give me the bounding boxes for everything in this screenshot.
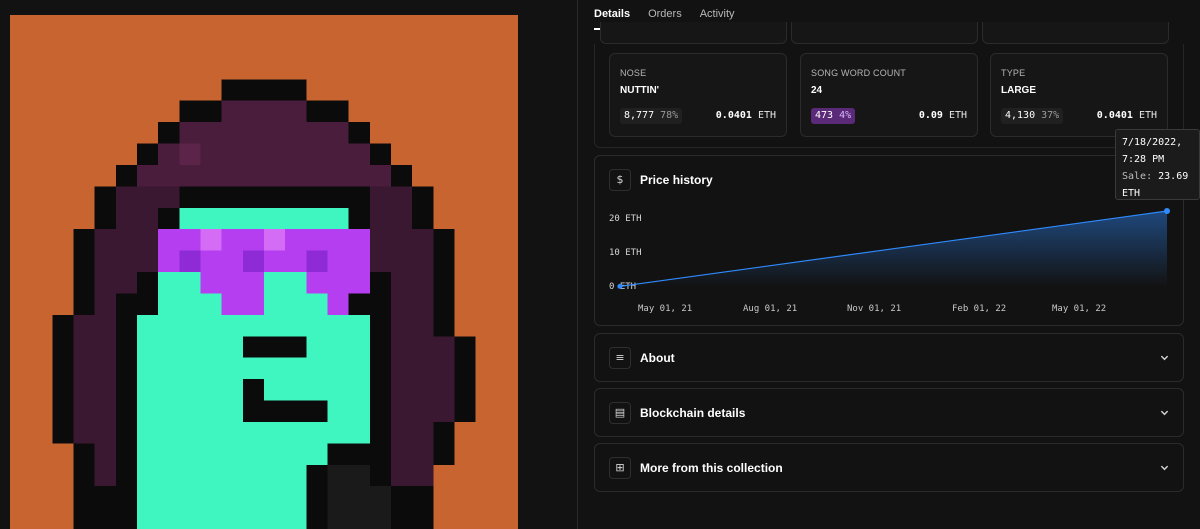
tooltip-sale: Sale: 23.69 — [1122, 171, 1189, 182]
media-panel — [0, 0, 530, 529]
trait-count-badge: 473 4% — [811, 108, 856, 124]
trait-card-clipped — [791, 22, 978, 44]
blockchain-details-section[interactable]: ▤ Blockchain details — [594, 388, 1184, 437]
price-history-chart[interactable] — [595, 156, 1185, 327]
price-point[interactable] — [617, 283, 623, 289]
grid-icon: ⊞ — [609, 457, 631, 479]
pixel-art-character — [10, 15, 518, 529]
section-title: More from this collection — [640, 461, 783, 475]
about-section[interactable]: ≡ About — [594, 333, 1184, 382]
trait-floor-price: 0.0401 ETH — [1096, 110, 1157, 121]
details-panel: Details Orders Activity NOSE NUTTIN' 8,7… — [578, 0, 1200, 529]
price-point[interactable] — [1164, 208, 1170, 214]
trait-value: NUTTIN' — [620, 85, 660, 96]
trait-card-type[interactable]: TYPE LARGE 4,130 37% 0.0401 ETH — [990, 53, 1168, 137]
more-from-collection-section[interactable]: ⊞ More from this collection — [594, 443, 1184, 492]
x-tick-label: Aug 01, 21 — [743, 304, 798, 314]
document-lines-icon: ≡ — [609, 347, 631, 369]
blockchain-card-icon: ▤ — [609, 402, 631, 424]
trait-label: NOSE — [620, 68, 647, 78]
trait-count-badge: 8,777 78% — [620, 108, 683, 124]
trait-value: 24 — [811, 85, 823, 96]
x-tick-label: Nov 01, 21 — [847, 304, 902, 314]
x-tick-label: May 01, 22 — [1052, 304, 1107, 314]
trait-floor-price: 0.09 ETH — [918, 110, 967, 121]
tooltip-date: 7/18/2022, — [1122, 137, 1183, 148]
section-title: About — [640, 351, 675, 365]
chevron-down-icon[interactable] — [1160, 353, 1169, 362]
trait-card-nose[interactable]: NOSE NUTTIN' 8,777 78% 0.0401 ETH — [609, 53, 787, 137]
trait-label: SONG WORD COUNT — [811, 68, 906, 78]
price-history-section: $ Price history 20 ETH 10 ETH 0 ETH May … — [594, 155, 1184, 326]
price-tooltip: 7/18/2022, 7:28 PM Sale: 23.69 ETH — [1115, 129, 1200, 200]
tooltip-unit: ETH — [1122, 188, 1141, 199]
tooltip-time: 7:28 PM — [1122, 154, 1165, 165]
section-title: Blockchain details — [640, 406, 746, 420]
trait-card-song-word-count[interactable]: SONG WORD COUNT 24 473 4% 0.09 ETH — [800, 53, 978, 137]
nft-image[interactable] — [10, 15, 518, 529]
trait-value: LARGE — [1001, 85, 1036, 96]
chevron-down-icon[interactable] — [1160, 408, 1169, 417]
trait-card-clipped — [982, 22, 1169, 44]
trait-count-badge: 4,130 37% — [1001, 108, 1064, 124]
x-tick-label: May 01, 21 — [638, 304, 693, 314]
x-tick-label: Feb 01, 22 — [952, 304, 1007, 314]
chevron-down-icon[interactable] — [1160, 463, 1169, 472]
trait-floor-price: 0.0401 ETH — [715, 110, 776, 121]
trait-card-clipped — [600, 22, 787, 44]
trait-label: TYPE — [1001, 68, 1026, 78]
